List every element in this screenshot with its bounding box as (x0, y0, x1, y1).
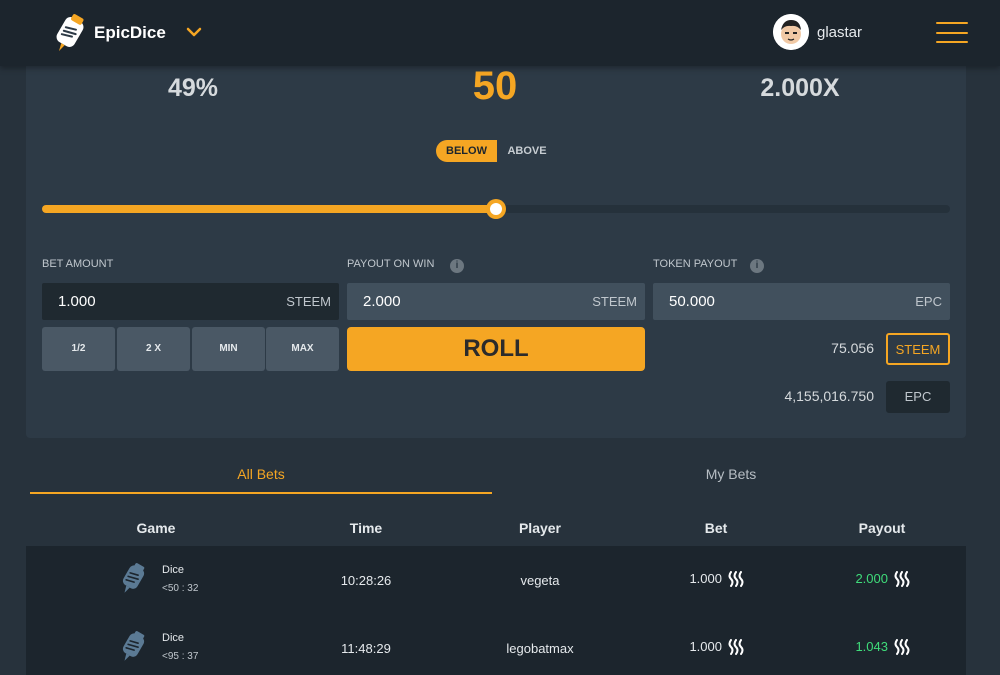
steem-balance: 75.056 (831, 340, 874, 356)
roll-button[interactable]: ROLL (347, 327, 645, 371)
bet-amount-unit: STEEM (286, 294, 331, 309)
token-payout-unit: EPC (915, 294, 942, 309)
token-payout-value: 50.000 (669, 293, 715, 310)
top-navbar: EpicDice glastar (0, 0, 1000, 66)
bet-amount: 1.000 (689, 639, 722, 654)
token-payout-label: TOKEN PAYOUT (653, 258, 738, 270)
column-header-time: Time (349, 520, 383, 536)
column-header-player: Player (518, 520, 562, 536)
dice-game-icon (122, 563, 145, 593)
active-tab-indicator (30, 492, 492, 494)
epc-balance: 4,155,016.750 (784, 388, 874, 404)
below-toggle-button[interactable]: BELOW (436, 140, 497, 162)
brand-name[interactable]: EpicDice (94, 23, 166, 43)
max-bet-button[interactable]: MAX (266, 327, 339, 371)
column-header-bet: Bet (704, 520, 728, 536)
steem-icon (894, 639, 910, 655)
tab-all-bets[interactable]: All Bets (30, 466, 492, 482)
slider-handle[interactable] (486, 199, 506, 219)
column-header-game: Game (136, 520, 176, 536)
player-name[interactable]: vegeta (490, 573, 590, 588)
double-bet-button[interactable]: 2 X (117, 327, 190, 371)
game-detail: <95 : 37 (162, 651, 199, 662)
multiplier-value: 2.000X (760, 74, 840, 102)
payout-value: 2.000 (363, 293, 401, 310)
dice-logo-icon[interactable] (50, 10, 90, 54)
table-row[interactable]: Dice <95 : 37 11:48:29 legobatmax 1.000 … (26, 614, 966, 675)
payout-unit: STEEM (592, 294, 637, 309)
game-name: Dice (162, 632, 185, 644)
half-bet-button[interactable]: 1/2 (42, 327, 115, 371)
steem-icon (728, 639, 744, 655)
username[interactable]: glastar (817, 24, 862, 41)
above-toggle-button[interactable]: ABOVE (497, 140, 557, 162)
payout-amount: 2.000 (855, 571, 888, 586)
info-icon[interactable]: i (750, 259, 764, 273)
slider-fill (42, 205, 496, 213)
game-name: Dice (162, 564, 185, 576)
bet-amount-value[interactable]: 1.000 (58, 293, 96, 310)
min-bet-button[interactable]: MIN (192, 327, 265, 371)
player-name[interactable]: legobatmax (490, 641, 590, 656)
bet-amount-label: BET AMOUNT (42, 258, 114, 270)
bet-time: 10:28:26 (340, 573, 392, 588)
epc-currency-button[interactable]: EPC (886, 381, 950, 413)
payout-amount: 1.043 (855, 639, 888, 654)
column-header-payout: Payout (858, 520, 906, 536)
hamburger-menu-icon[interactable] (936, 22, 968, 44)
dice-game-icon (122, 631, 145, 661)
info-icon[interactable]: i (450, 259, 464, 273)
token-payout-field: 50.000 EPC (653, 283, 950, 320)
steem-icon (894, 571, 910, 587)
steem-icon (728, 571, 744, 587)
payout-on-win-field: 2.000 STEEM (347, 283, 645, 320)
table-row[interactable]: Dice <50 : 32 10:28:26 vegeta 1.000 2.00… (26, 546, 966, 614)
steem-currency-button[interactable]: STEEM (886, 333, 950, 365)
payout-on-win-label: PAYOUT ON WIN (347, 258, 435, 270)
bet-amount-input[interactable]: 1.000 STEEM (42, 283, 339, 320)
bet-time: 11:48:29 (341, 641, 391, 656)
chevron-down-icon[interactable] (185, 24, 203, 40)
game-detail: <50 : 32 (162, 583, 199, 594)
target-number-value: 50 (472, 64, 518, 108)
tab-my-bets[interactable]: My Bets (500, 466, 962, 482)
bet-amount: 1.000 (689, 571, 722, 586)
win-chance-value: 49% (167, 74, 219, 102)
dice-game-panel (26, 60, 966, 438)
avatar[interactable] (773, 14, 809, 50)
